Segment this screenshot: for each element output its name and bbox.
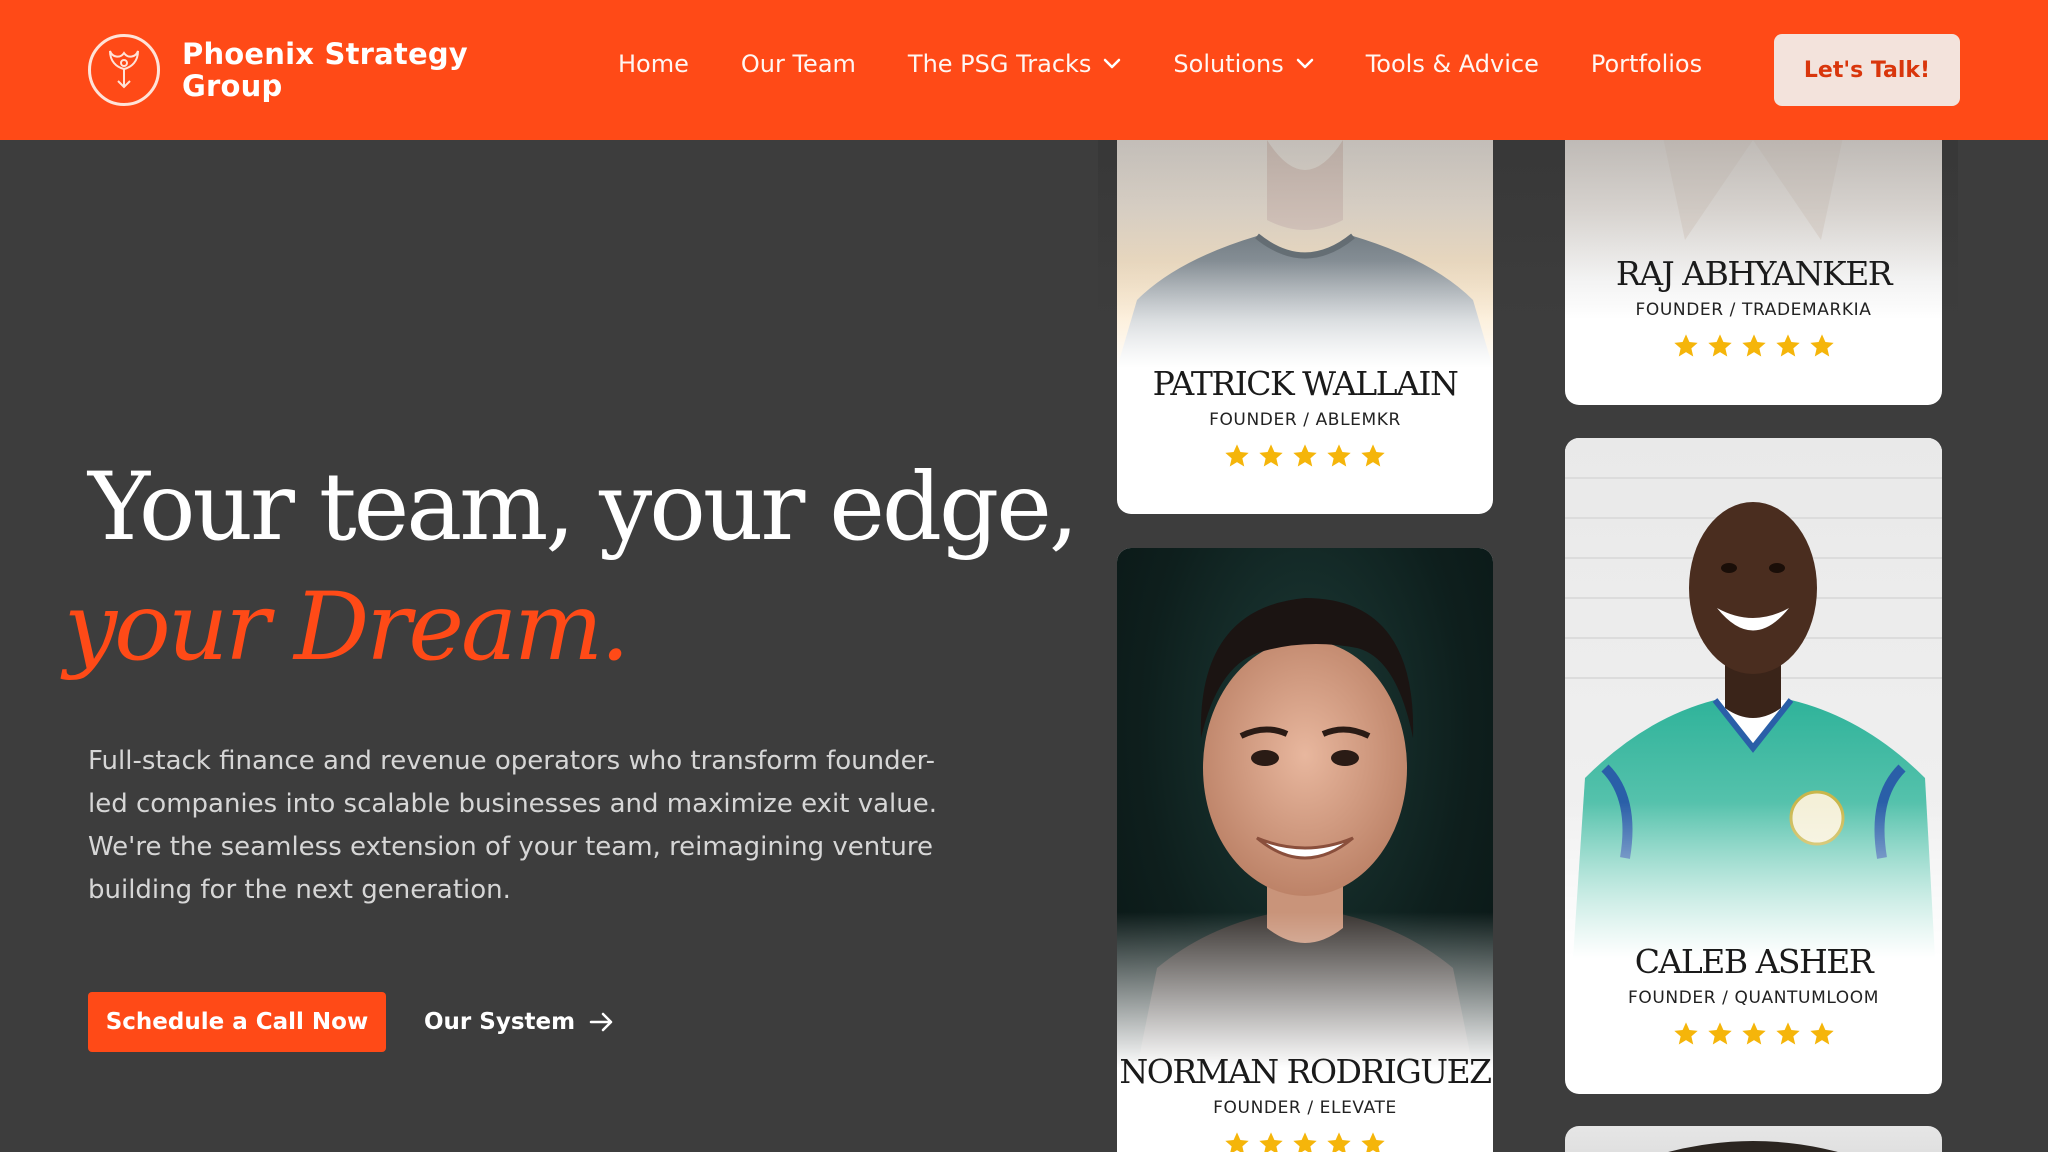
founder-name: CALEB ASHER <box>1634 942 1874 981</box>
testimonial-card[interactable]: NORMAN RODRIGUEZ FOUNDER / ELEVATE <box>1117 548 1493 1152</box>
nav-item-our-team[interactable]: Our Team <box>741 50 856 78</box>
nav-item-label: Our Team <box>740 50 856 78</box>
founder-name: RAJ ABHYANKER <box>1615 254 1893 293</box>
nav-item-label: Tools & Advice <box>1365 50 1539 78</box>
star-icon <box>1327 444 1351 467</box>
star-icon <box>1809 1022 1834 1045</box>
nav-item-label: Solutions <box>1173 50 1284 78</box>
chevron-down-icon <box>1103 58 1121 70</box>
nav-item-label: Portfolios <box>1590 50 1703 78</box>
our-system-label: Our System <box>424 1009 576 1035</box>
hero-title: Your team, your edge, <box>88 453 1079 562</box>
our-system-link[interactable]: Our System <box>424 992 615 1052</box>
nav-item-portfolios[interactable]: Portfolios <box>1591 50 1702 78</box>
star-icon <box>1741 1022 1766 1045</box>
nav-item-solutions[interactable]: Solutions <box>1173 50 1313 78</box>
brand-name-line2: Group <box>182 69 283 103</box>
founder-photo <box>1668 1141 1838 1152</box>
hero-description: Full-stack finance and revenue operators… <box>88 746 937 905</box>
nav-item-psg-tracks[interactable]: The PSG Tracks <box>908 50 1122 78</box>
founder-name: NORMAN RODRIGUEZ <box>1119 1052 1492 1091</box>
founder-photo <box>1565 438 1942 958</box>
star-icon <box>1361 444 1385 467</box>
star-icon <box>1775 1022 1800 1045</box>
rating-stars <box>1117 1130 1493 1152</box>
star-icon <box>1775 334 1800 357</box>
nav-item-home[interactable]: Home <box>618 50 689 78</box>
brand-name: Phoenix Strategy Group <box>182 38 468 102</box>
schedule-call-button[interactable]: Schedule a Call Now <box>88 992 386 1052</box>
founder-photo <box>1117 548 1493 1068</box>
star-icon <box>1225 1132 1249 1152</box>
star-icon <box>1707 1022 1732 1045</box>
rating-stars <box>1565 332 1942 360</box>
testimonial-card-partial[interactable] <box>1565 1126 1942 1152</box>
brand-logo[interactable]: Phoenix Strategy Group <box>88 34 468 106</box>
founder-photo <box>1117 100 1493 368</box>
brand-name-line1: Phoenix Strategy <box>182 37 468 71</box>
founder-name: PATRICK WALLAIN <box>1152 364 1459 403</box>
nav-item-label: Home <box>618 50 689 78</box>
star-icon <box>1707 334 1732 357</box>
star-icon <box>1327 1132 1351 1152</box>
testimonial-card[interactable]: CALEB ASHER FOUNDER / QUANTUMLOOM <box>1565 438 1942 1094</box>
rating-stars <box>1565 1020 1942 1048</box>
founder-role: FOUNDER / QUANTUMLOOM <box>1627 988 1880 1008</box>
star-icon <box>1361 1132 1385 1152</box>
star-icon <box>1293 444 1317 467</box>
star-icon <box>1259 1132 1283 1152</box>
star-icon <box>1293 1132 1317 1152</box>
nav-item-label: The PSG Tracks <box>907 50 1092 78</box>
star-icon <box>1673 334 1698 357</box>
founder-role: FOUNDER / ABLEMKR <box>1209 410 1401 430</box>
star-icon <box>1809 334 1834 357</box>
phoenix-icon <box>88 34 160 106</box>
star-icon <box>1741 334 1766 357</box>
main-nav: Home Our Team The PSG Tracks Solutions T… <box>618 50 1754 78</box>
site-header: Phoenix Strategy Group Home Our Team The… <box>0 0 2048 140</box>
rating-stars <box>1117 442 1493 470</box>
star-icon <box>1225 444 1249 467</box>
star-icon <box>1673 1022 1698 1045</box>
nav-item-tools-advice[interactable]: Tools & Advice <box>1366 50 1539 78</box>
lets-talk-button[interactable]: Let's Talk! <box>1774 34 1960 106</box>
testimonial-card[interactable]: PATRICK WALLAIN FOUNDER / ABLEMKR <box>1117 100 1493 514</box>
founder-role: FOUNDER / ELEVATE <box>1213 1098 1397 1118</box>
founder-role: FOUNDER / TRADEMARKIA <box>1635 300 1872 320</box>
chevron-down-icon <box>1296 58 1314 70</box>
arrow-right-icon <box>589 1011 615 1033</box>
testimonial-card[interactable]: RAJ ABHYANKER FOUNDER / TRADEMARKIA <box>1565 100 1942 405</box>
star-icon <box>1259 444 1283 467</box>
hero-subtitle: your Dream. <box>64 573 630 682</box>
